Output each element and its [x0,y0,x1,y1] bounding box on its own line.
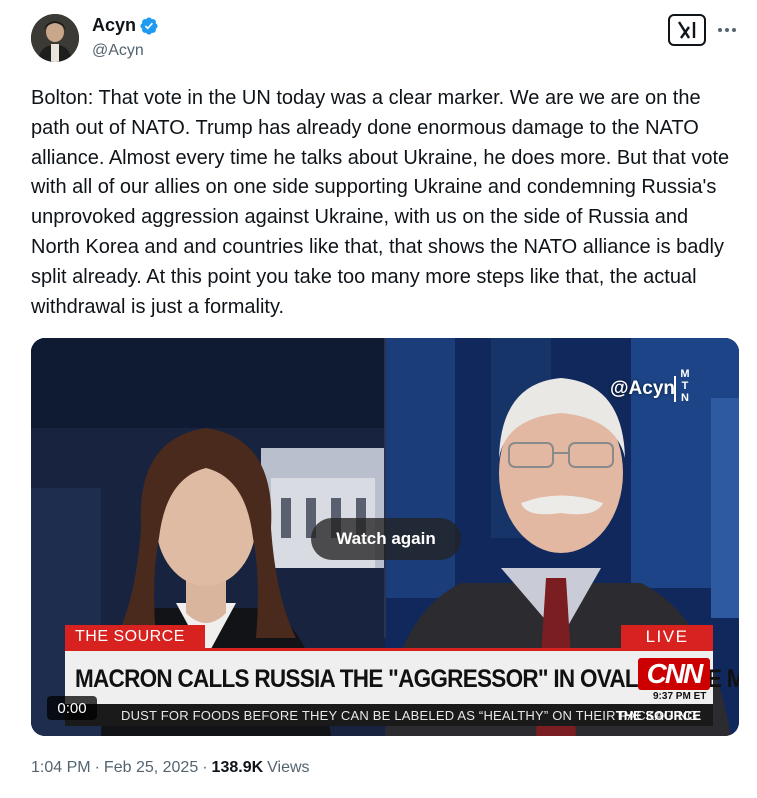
profile-photo-icon [31,14,79,62]
meta-separator: · [202,759,208,776]
more-dots-icon [718,28,736,32]
display-name[interactable]: Acyn [92,15,136,36]
ticker-brand: THE SOURCE [615,707,701,723]
mtn-logo-letter: N [681,392,689,404]
show-tag: THE SOURCE [65,625,205,648]
post-date[interactable]: Feb 25, 2025 [104,759,198,777]
meta-separator: · [94,759,100,776]
mtn-logo-letter: M [680,368,690,380]
watermark-separator [674,376,676,402]
more-button[interactable] [715,18,739,42]
avatar[interactable] [31,14,79,62]
grok-icon [677,21,696,39]
post-time[interactable]: 1:04 PM [31,759,91,777]
watermark: @Acyn [610,378,675,399]
mtn-logo: M T N [678,368,692,404]
news-ticker: DUST FOR FOODS BEFORE THEY CAN BE LABELE… [65,704,713,726]
video-player[interactable]: @Acyn M T N Watch again THE SOURCE LIVE … [31,338,739,736]
handle[interactable]: @Acyn [92,42,144,60]
mtn-logo-letter: T [681,380,689,392]
tweet-header: Acyn @Acyn [31,14,739,64]
broadcast-time: 9:37 PM ET [653,691,707,702]
cnn-logo: CNN [638,658,710,690]
ticker-text: DUST FOR FOODS BEFORE THEY CAN BE LABELE… [121,707,698,723]
chyron: MACRON CALLS RUSSIA THE "AGGRESSOR" IN O… [65,648,739,704]
grok-button[interactable] [668,14,706,46]
views-label: Views [267,759,310,776]
verified-badge-icon[interactable] [139,16,159,36]
video-timestamp: 0:00 [47,696,97,720]
views-count: 138.9K [211,759,264,776]
live-tag: LIVE [621,625,713,648]
tweet-meta: 1:04 PM · Feb 25, 2025 · 138.9K Views [31,759,310,777]
watch-again-button[interactable]: Watch again [311,518,461,560]
tweet-text: Bolton: That vote in the UN today was a … [31,87,735,318]
